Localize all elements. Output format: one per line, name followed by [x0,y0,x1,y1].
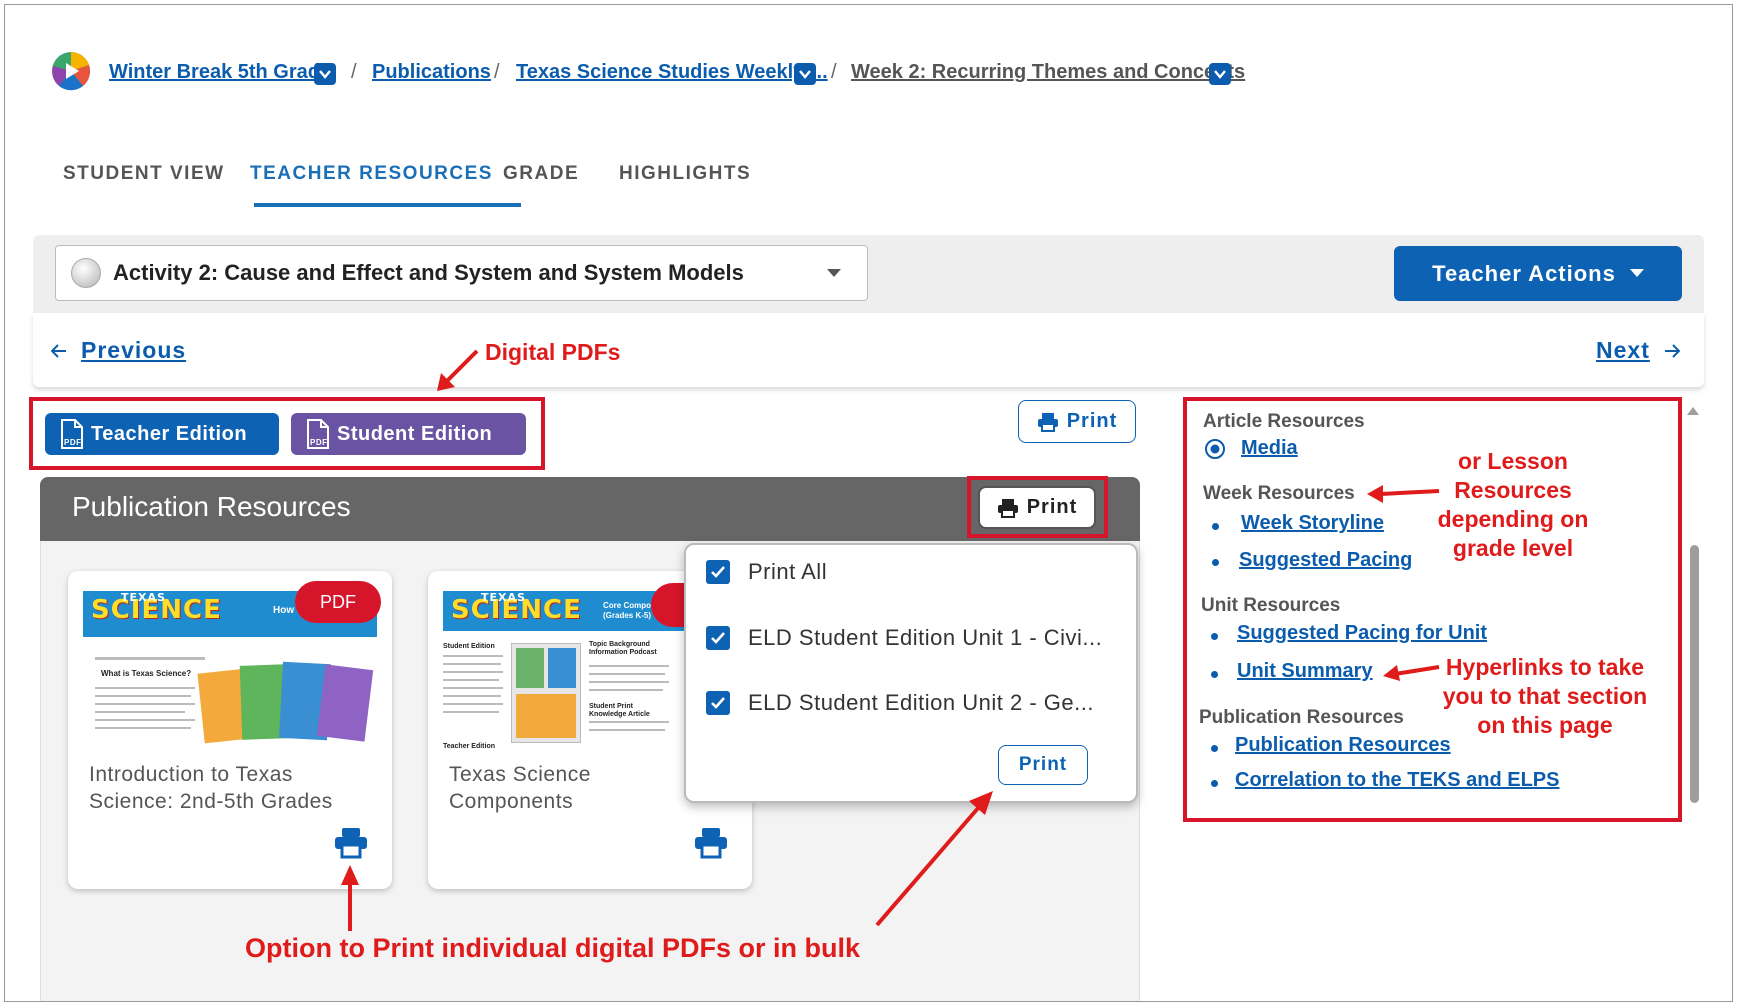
scrollbar-thumb[interactable] [1690,545,1699,803]
pdf-file-icon: PDF [61,419,83,449]
thumbnail-text: Student Edition [443,643,495,650]
teacher-edition-label: Teacher Edition [91,422,248,445]
annotation-arrow [875,791,993,927]
annotation-lesson-resources: or Lesson Resources depending on grade l… [1437,448,1589,561]
printer-icon[interactable] [694,827,728,859]
bullet [1211,633,1218,640]
link-publication-resources[interactable]: Publication Resources [1235,734,1451,757]
next-label: Next [1596,337,1650,363]
publication-resources-title: Publication Resources [72,491,351,522]
arrow-left-icon [51,343,66,358]
radio-icon [71,258,101,288]
annotation-arrow [1367,485,1440,503]
chevron-down-icon[interactable] [314,63,336,85]
lesson-nav-row [33,313,1704,387]
breadcrumb-separator: / [351,61,357,83]
print-option-unit-2[interactable]: ELD Student Edition Unit 2 - Ge... [706,690,1094,716]
bullet [1211,780,1218,787]
chevron-down-icon [1629,269,1644,277]
tab-highlights[interactable]: HIGHLIGHTS [619,163,751,185]
link-suggested-pacing[interactable]: Suggested Pacing [1239,549,1412,572]
chevron-down-icon[interactable] [1209,63,1231,85]
arrow-right-icon [1664,343,1680,358]
bullet [1211,745,1218,752]
scroll-up-icon[interactable] [1686,405,1700,417]
publication-resources-heading: Publication Resources [1199,707,1404,728]
publication-print-label: Print [1026,496,1078,518]
student-edition-button[interactable]: PDF Student Edition [291,413,526,455]
previous-label: Previous [81,337,187,363]
link-media[interactable]: Media [1241,437,1298,460]
bullet [1212,559,1219,566]
annotation-arrow [437,349,479,391]
pdf-badge: PDF [295,581,381,623]
pdf-file-icon: PDF [307,419,329,449]
printer-icon[interactable] [334,827,368,859]
teacher-actions-label: Teacher Actions [1432,260,1616,286]
article-resources-heading: Article Resources [1203,411,1365,432]
checkbox-icon[interactable] [706,626,730,650]
printer-icon [1037,412,1058,432]
breadcrumb-winter-break[interactable]: Winter Break 5th Grade [109,61,331,84]
print-selected-button[interactable]: Print [998,745,1088,785]
print-options-menu: Print All ELD Student Edition Unit 1 - C… [684,543,1138,803]
print-option-label: ELD Student Edition Unit 2 - Ge... [748,690,1094,715]
app-logo-icon[interactable] [51,51,91,91]
previous-link[interactable]: Previous [51,337,186,364]
tab-teacher-resources[interactable]: TEACHER RESOURCES [250,163,493,185]
tab-student-view[interactable]: STUDENT VIEW [63,163,225,185]
link-suggested-pacing-unit[interactable]: Suggested Pacing for Unit [1237,622,1487,645]
breadcrumb-separator: / [494,61,500,83]
printer-icon [997,498,1018,518]
annotation-arrow [1383,665,1440,681]
chevron-down-icon[interactable] [794,63,816,85]
publication-print-button[interactable]: Print [978,486,1096,529]
breadcrumb-texas-science[interactable]: Texas Science Studies Weekly:... [516,61,828,84]
week-resources-heading: Week Resources [1203,483,1355,504]
link-week-storyline[interactable]: Week Storyline [1241,512,1384,535]
print-button[interactable]: Print [1018,400,1136,443]
svg-text:PDF: PDF [64,438,82,447]
annotation-digital-pdfs: Digital PDFs [485,339,621,365]
app-window: Winter Break 5th Grade / Publications / … [4,4,1733,1002]
thumbnail-text: Topic Background Information Podcast [589,641,657,656]
svg-text:PDF: PDF [310,438,328,447]
thumbnail-logo: TEXAS SCIENCE [451,591,582,625]
thumbnail-logo: TEXAS SCIENCE [91,591,222,625]
annotation-arrow [341,865,359,931]
student-edition-label: Student Edition [337,422,493,445]
print-option-unit-1[interactable]: ELD Student Edition Unit 1 - Civi... [706,625,1102,651]
print-label: Print [1066,410,1118,432]
breadcrumb-publications[interactable]: Publications [372,61,491,84]
activity-select-value[interactable]: Activity 2: Cause and Effect and System … [113,260,744,286]
radio-icon[interactable] [1204,438,1226,460]
link-unit-summary[interactable]: Unit Summary [1237,660,1373,683]
breadcrumb-week-2[interactable]: Week 2: Recurring Themes and Concepts [851,61,1245,84]
resource-card-title: Introduction to Texas Science: 2nd-5th G… [89,763,333,813]
tab-grade[interactable]: GRADE [503,163,579,185]
active-tab-indicator [254,203,521,207]
print-option-label: ELD Student Edition Unit 1 - Civi... [748,625,1103,650]
chevron-down-icon[interactable] [827,269,841,278]
thumbnail-subtitle: What is Texas Science? [101,669,192,678]
thumbnail-text: Teacher Edition [443,743,495,750]
annotation-print-option: Option to Print individual digital PDFs … [245,933,860,963]
checkbox-icon[interactable] [706,560,730,584]
breadcrumb-separator: / [831,61,837,83]
resource-card-title: Texas Science Components [449,763,591,813]
bullet [1212,523,1219,530]
print-option-all[interactable]: Print All [706,559,827,585]
link-correlation-teks[interactable]: Correlation to the TEKS and ELPS [1235,769,1559,792]
thumbnail-text: Student Print Knowledge Article [589,703,650,718]
annotation-hyperlinks: Hyperlinks to take you to that section o… [1442,654,1648,738]
checkbox-icon[interactable] [706,691,730,715]
unit-resources-heading: Unit Resources [1201,595,1341,616]
bullet [1211,671,1218,678]
teacher-actions-button[interactable]: Teacher Actions [1394,246,1682,301]
next-link[interactable]: Next [1596,337,1680,364]
teacher-edition-button[interactable]: PDF Teacher Edition [45,413,279,455]
print-option-label: Print All [748,559,828,584]
